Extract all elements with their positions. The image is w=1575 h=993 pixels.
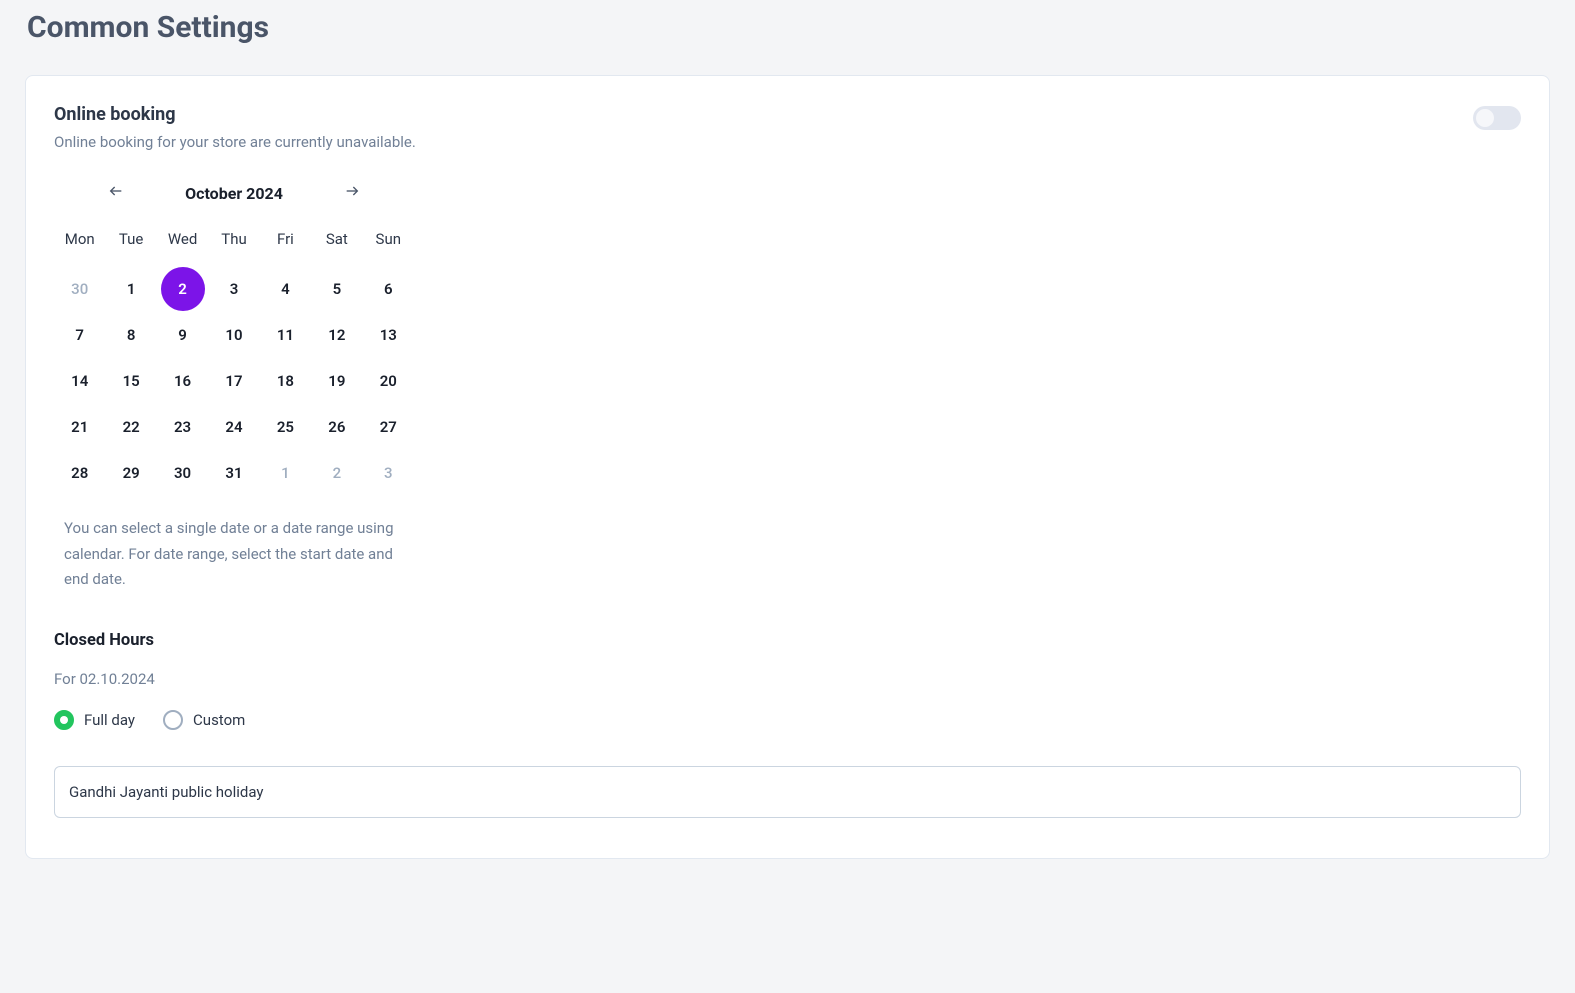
closed-hours-for-label: For 02.10.2024 bbox=[54, 670, 1521, 688]
calendar-day[interactable]: 15 bbox=[105, 358, 156, 404]
radio-circle-icon bbox=[54, 710, 74, 730]
calendar-day[interactable]: 26 bbox=[311, 404, 362, 450]
calendar-header: October 2024 bbox=[54, 181, 414, 205]
closed-hours-radio-group: Full day Custom bbox=[54, 710, 1521, 730]
arrow-left-icon bbox=[108, 183, 124, 203]
calendar-day[interactable]: 4 bbox=[260, 266, 311, 312]
calendar-dow: Wed bbox=[157, 230, 208, 266]
page: Common Settings Online booking Online bo… bbox=[0, 0, 1575, 859]
calendar-day[interactable]: 2 bbox=[311, 450, 362, 496]
online-booking-sub: Online booking for your store are curren… bbox=[54, 133, 416, 151]
calendar-day[interactable]: 16 bbox=[157, 358, 208, 404]
calendar-day[interactable]: 12 bbox=[311, 312, 362, 358]
calendar-day[interactable]: 27 bbox=[363, 404, 414, 450]
calendar-prev-button[interactable] bbox=[104, 181, 128, 205]
calendar-day[interactable]: 23 bbox=[157, 404, 208, 450]
card-header: Online booking Online booking for your s… bbox=[54, 104, 1521, 151]
calendar-day[interactable]: 1 bbox=[105, 266, 156, 312]
arrow-right-icon bbox=[344, 183, 360, 203]
calendar-day[interactable]: 24 bbox=[208, 404, 259, 450]
calendar-day[interactable]: 25 bbox=[260, 404, 311, 450]
calendar-day[interactable]: 6 bbox=[363, 266, 414, 312]
calendar-day[interactable]: 20 bbox=[363, 358, 414, 404]
calendar-day[interactable]: 11 bbox=[260, 312, 311, 358]
calendar-day[interactable]: 9 bbox=[157, 312, 208, 358]
calendar-dow: Tue bbox=[105, 230, 156, 266]
calendar-day[interactable]: 29 bbox=[105, 450, 156, 496]
radio-full-day-label: Full day bbox=[84, 711, 135, 729]
radio-full-day[interactable]: Full day bbox=[54, 710, 135, 730]
calendar-day[interactable]: 1 bbox=[260, 450, 311, 496]
calendar: October 2024 MonTueWedThuFriSatSun301234… bbox=[54, 181, 414, 593]
calendar-day[interactable]: 3 bbox=[363, 450, 414, 496]
calendar-day[interactable]: 21 bbox=[54, 404, 105, 450]
calendar-day[interactable]: 3 bbox=[208, 266, 259, 312]
calendar-day[interactable]: 5 bbox=[311, 266, 362, 312]
online-booking-toggle[interactable] bbox=[1473, 106, 1521, 130]
calendar-day[interactable]: 19 bbox=[311, 358, 362, 404]
radio-custom-label: Custom bbox=[193, 711, 245, 729]
calendar-dow: Sat bbox=[311, 230, 362, 266]
closed-hours-heading: Closed Hours bbox=[54, 631, 1521, 650]
radio-custom[interactable]: Custom bbox=[163, 710, 245, 730]
calendar-day[interactable]: 18 bbox=[260, 358, 311, 404]
calendar-day[interactable]: 8 bbox=[105, 312, 156, 358]
calendar-next-button[interactable] bbox=[340, 181, 364, 205]
calendar-day[interactable]: 2 bbox=[157, 266, 208, 312]
calendar-day[interactable]: 30 bbox=[54, 266, 105, 312]
calendar-dow: Mon bbox=[54, 230, 105, 266]
settings-card: Online booking Online booking for your s… bbox=[25, 75, 1550, 859]
online-booking-heading: Online booking bbox=[54, 104, 416, 125]
calendar-day[interactable]: 13 bbox=[363, 312, 414, 358]
calendar-day[interactable]: 7 bbox=[54, 312, 105, 358]
calendar-dow: Thu bbox=[208, 230, 259, 266]
calendar-day[interactable]: 28 bbox=[54, 450, 105, 496]
calendar-day[interactable]: 10 bbox=[208, 312, 259, 358]
closed-reason-input[interactable] bbox=[54, 766, 1521, 818]
radio-circle-icon bbox=[163, 710, 183, 730]
page-title: Common Settings bbox=[25, 10, 1550, 45]
calendar-day[interactable]: 17 bbox=[208, 358, 259, 404]
calendar-grid: MonTueWedThuFriSatSun3012345678910111213… bbox=[54, 230, 414, 496]
calendar-dow: Sun bbox=[363, 230, 414, 266]
calendar-day[interactable]: 14 bbox=[54, 358, 105, 404]
online-booking-text: Online booking Online booking for your s… bbox=[54, 104, 416, 151]
calendar-dow: Fri bbox=[260, 230, 311, 266]
calendar-day[interactable]: 22 bbox=[105, 404, 156, 450]
calendar-day[interactable]: 31 bbox=[208, 450, 259, 496]
calendar-day[interactable]: 30 bbox=[157, 450, 208, 496]
calendar-month-label: October 2024 bbox=[185, 184, 283, 203]
closed-hours-section: Closed Hours For 02.10.2024 Full day Cus… bbox=[54, 631, 1521, 818]
calendar-help-text: You can select a single date or a date r… bbox=[54, 516, 414, 593]
